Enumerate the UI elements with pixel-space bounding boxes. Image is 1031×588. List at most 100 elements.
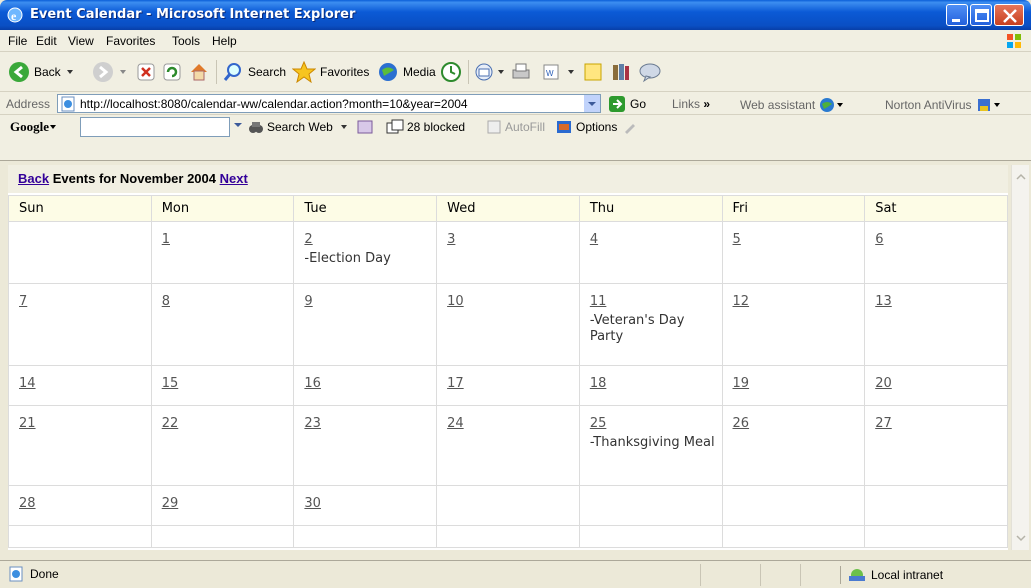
autofill-button[interactable]: AutoFill: [486, 119, 545, 135]
options-label: Options: [576, 120, 618, 134]
address-dropdown[interactable]: [584, 95, 600, 112]
home-button[interactable]: [188, 60, 210, 84]
day-link-25[interactable]: 25: [590, 416, 607, 431]
stop-button[interactable]: [136, 60, 156, 84]
day-link-11[interactable]: 11: [590, 294, 607, 309]
day-link-18[interactable]: 18: [590, 376, 607, 391]
day-link-17[interactable]: 17: [447, 376, 464, 391]
day-link-1[interactable]: 1: [162, 232, 170, 247]
day-link-24[interactable]: 24: [447, 416, 464, 431]
day-link-20[interactable]: 20: [875, 376, 892, 391]
menu-file[interactable]: File: [8, 34, 27, 48]
calendar-day-cell: 20: [864, 365, 1008, 406]
status-pane-divider: [800, 564, 801, 586]
forward-button[interactable]: [92, 60, 128, 84]
address-bar: Address http://localhost:8080/calendar-w…: [0, 92, 1031, 115]
refresh-button[interactable]: [162, 60, 182, 84]
day-link-9[interactable]: 9: [304, 294, 312, 309]
status-pane-divider: [760, 564, 761, 586]
back-link[interactable]: Back: [18, 171, 49, 186]
address-input[interactable]: http://localhost:8080/calendar-ww/calend…: [57, 94, 601, 113]
day-link-5[interactable]: 5: [733, 232, 741, 247]
day-link-8[interactable]: 8: [162, 294, 170, 309]
edit-button[interactable]: W: [540, 60, 576, 84]
menu-bar: File Edit View Favorites Tools Help: [0, 30, 1031, 52]
options-button[interactable]: Options: [556, 119, 637, 135]
web-assistant-label: Web assistant: [740, 98, 816, 112]
menu-tools[interactable]: Tools: [172, 34, 200, 48]
go-button[interactable]: Go: [608, 95, 646, 113]
day-link-12[interactable]: 12: [733, 294, 750, 309]
chevron-down-icon: [1016, 535, 1026, 542]
day-link-2[interactable]: 2: [304, 232, 312, 247]
day-link-14[interactable]: 14: [19, 376, 36, 391]
day-link-6[interactable]: 6: [875, 232, 883, 247]
google-search-dropdown[interactable]: [232, 119, 244, 131]
day-link-30[interactable]: 30: [304, 496, 321, 511]
search-button[interactable]: Search: [222, 60, 286, 84]
print-button[interactable]: [510, 60, 532, 84]
status-text-area: Done: [8, 566, 59, 582]
vertical-scrollbar[interactable]: [1011, 165, 1029, 550]
search-icon: [223, 63, 241, 81]
day-link-15[interactable]: 15: [162, 376, 179, 391]
day-link-29[interactable]: 29: [162, 496, 179, 511]
menu-view[interactable]: View: [68, 34, 94, 48]
menu-edit[interactable]: Edit: [36, 34, 57, 48]
favorites-button[interactable]: Favorites: [292, 60, 369, 84]
minimize-button[interactable]: [946, 4, 968, 26]
history-button[interactable]: [440, 60, 462, 84]
weekday-fri: Fri: [721, 195, 866, 222]
day-link-23[interactable]: 23: [304, 416, 321, 431]
links-button[interactable]: Links »: [672, 97, 710, 111]
chevron-down-icon: [50, 125, 56, 129]
day-link-27[interactable]: 27: [875, 416, 892, 431]
day-link-19[interactable]: 19: [733, 376, 750, 391]
notes-button[interactable]: [582, 60, 604, 84]
search-web-button[interactable]: Search Web: [248, 119, 349, 135]
research-button[interactable]: [610, 60, 632, 84]
day-link-3[interactable]: 3: [447, 232, 455, 247]
messenger-button[interactable]: [638, 60, 662, 84]
day-link-26[interactable]: 26: [733, 416, 750, 431]
back-button[interactable]: Back: [8, 60, 75, 84]
next-link[interactable]: Next: [220, 171, 248, 186]
sticky-note-icon: [584, 63, 602, 81]
day-link-28[interactable]: 28: [19, 496, 36, 511]
home-icon: [191, 64, 207, 81]
weekday-tue: Tue: [293, 195, 438, 222]
day-link-13[interactable]: 13: [875, 294, 892, 309]
day-link-7[interactable]: 7: [19, 294, 27, 309]
scroll-up-arrow[interactable]: [1014, 170, 1028, 184]
day-link-16[interactable]: 16: [304, 376, 321, 391]
word-document-icon: W: [543, 64, 559, 80]
web-assistant-button[interactable]: Web assistant: [740, 97, 845, 113]
chevron-down-icon: [234, 123, 242, 127]
norton-icon: [977, 99, 990, 111]
google-search-input[interactable]: [80, 117, 230, 137]
maximize-button[interactable]: [970, 4, 992, 26]
weekday-sat: Sat: [864, 195, 1008, 222]
menu-favorites[interactable]: Favorites: [106, 34, 155, 48]
day-link-21[interactable]: 21: [19, 416, 36, 431]
norton-antivirus-button[interactable]: Norton AntiVirus: [885, 97, 1002, 113]
close-button[interactable]: [994, 4, 1024, 26]
calendar-day-cell: 13: [864, 283, 1008, 366]
day-link-4[interactable]: 4: [590, 232, 598, 247]
weekday-thu: Thu: [578, 195, 723, 222]
page-info-button[interactable]: [356, 119, 374, 135]
media-button[interactable]: Media: [377, 60, 436, 84]
autofill-label: AutoFill: [505, 120, 546, 134]
calendar-day-cell: 24: [436, 405, 580, 486]
popup-blocker-icon: [386, 119, 404, 134]
chevron-down-icon: [66, 70, 73, 74]
scroll-down-arrow[interactable]: [1014, 531, 1028, 545]
day-link-10[interactable]: 10: [447, 294, 464, 309]
popup-blocker-button[interactable]: 28 blocked: [386, 119, 465, 135]
google-logo[interactable]: Google: [10, 119, 57, 135]
printer-icon: [512, 63, 530, 79]
mail-button[interactable]: [474, 60, 506, 84]
go-label: Go: [630, 97, 647, 111]
menu-help[interactable]: Help: [212, 34, 237, 48]
day-link-22[interactable]: 22: [162, 416, 179, 431]
